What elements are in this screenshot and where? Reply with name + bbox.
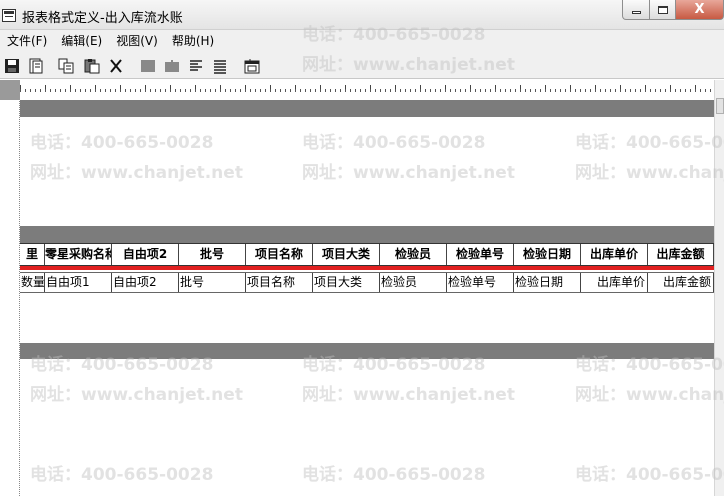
- table-header-cell[interactable]: 检验员: [380, 244, 447, 265]
- align-left-icon[interactable]: [186, 56, 206, 76]
- copy-icon[interactable]: [56, 56, 76, 76]
- table-header-cell[interactable]: 检验单号: [447, 244, 514, 265]
- properties-icon[interactable]: [242, 56, 262, 76]
- maximize-button[interactable]: [650, 0, 676, 20]
- maximize-icon: [657, 5, 668, 14]
- menu-edit[interactable]: 编辑(E): [54, 30, 109, 52]
- window-controls: X: [622, 0, 724, 20]
- page-setup-icon[interactable]: [26, 56, 46, 76]
- menu-view[interactable]: 视图(V): [109, 30, 165, 52]
- table-header-cell[interactable]: 项目大类: [313, 244, 380, 265]
- table-cell[interactable]: 项目大类: [313, 273, 380, 292]
- minimize-button[interactable]: [622, 0, 650, 20]
- menu-help[interactable]: 帮助(H): [165, 30, 221, 52]
- table-cell[interactable]: 数量: [20, 273, 45, 292]
- table-cell[interactable]: 批号: [179, 273, 246, 292]
- table-cell[interactable]: 自由项1: [45, 273, 112, 292]
- table-cell[interactable]: 检验日期: [514, 273, 581, 292]
- table-header-cell[interactable]: 出库金额: [648, 244, 714, 265]
- table-cell[interactable]: 检验单号: [447, 273, 514, 292]
- title-bar: 报表格式定义-出入库流水账 X: [0, 0, 724, 30]
- section-band-title[interactable]: [20, 100, 714, 117]
- table-header-cell[interactable]: 检验日期: [514, 244, 581, 265]
- table-header-row: 里 零星采购名称 自由项2 批号 项目名称 项目大类 检验员 检验单号 检验日期…: [20, 243, 714, 266]
- app-icon: [2, 9, 16, 22]
- horizontal-ruler: [20, 80, 714, 100]
- ruler-corner: [0, 80, 20, 100]
- vertical-ruler: [0, 80, 20, 496]
- toolbar: [0, 52, 724, 79]
- table-header-cell[interactable]: 自由项2: [112, 244, 179, 265]
- minimize-icon: [631, 11, 641, 14]
- cut-icon[interactable]: [106, 56, 126, 76]
- table-header-cell[interactable]: 项目名称: [246, 244, 313, 265]
- menu-bar: 文件(F) 编辑(E) 视图(V) 帮助(H): [0, 30, 724, 52]
- paste-icon[interactable]: [82, 56, 102, 76]
- table-cell[interactable]: 项目名称: [246, 273, 313, 292]
- table-header-cell[interactable]: 批号: [179, 244, 246, 265]
- table-header-cell[interactable]: 出库单价: [581, 244, 648, 265]
- align-justify-icon[interactable]: [210, 56, 230, 76]
- band-separator-line: [20, 266, 714, 270]
- column-layout-icon[interactable]: [138, 56, 158, 76]
- table-header-cell[interactable]: 零星采购名称: [45, 244, 112, 265]
- table-header-cell[interactable]: 里: [20, 244, 45, 265]
- close-button[interactable]: X: [676, 0, 724, 20]
- window-title: 报表格式定义-出入库流水账: [22, 11, 183, 26]
- row-layout-icon[interactable]: [162, 56, 182, 76]
- menu-file[interactable]: 文件(F): [0, 30, 54, 52]
- section-band-footer[interactable]: [20, 343, 714, 359]
- section-band-header[interactable]: [20, 226, 714, 243]
- save-icon[interactable]: [2, 56, 22, 76]
- scrollbar-thumb[interactable]: [716, 98, 724, 114]
- table-cell[interactable]: 自由项2: [112, 273, 179, 292]
- vertical-scrollbar[interactable]: [714, 80, 724, 496]
- table-row: 数量 自由项1 自由项2 批号 项目名称 项目大类 检验员 检验单号 检验日期 …: [20, 272, 714, 293]
- table-cell[interactable]: 出库金额: [648, 273, 714, 292]
- table-cell[interactable]: 出库单价: [581, 273, 648, 292]
- table-cell[interactable]: 检验员: [380, 273, 447, 292]
